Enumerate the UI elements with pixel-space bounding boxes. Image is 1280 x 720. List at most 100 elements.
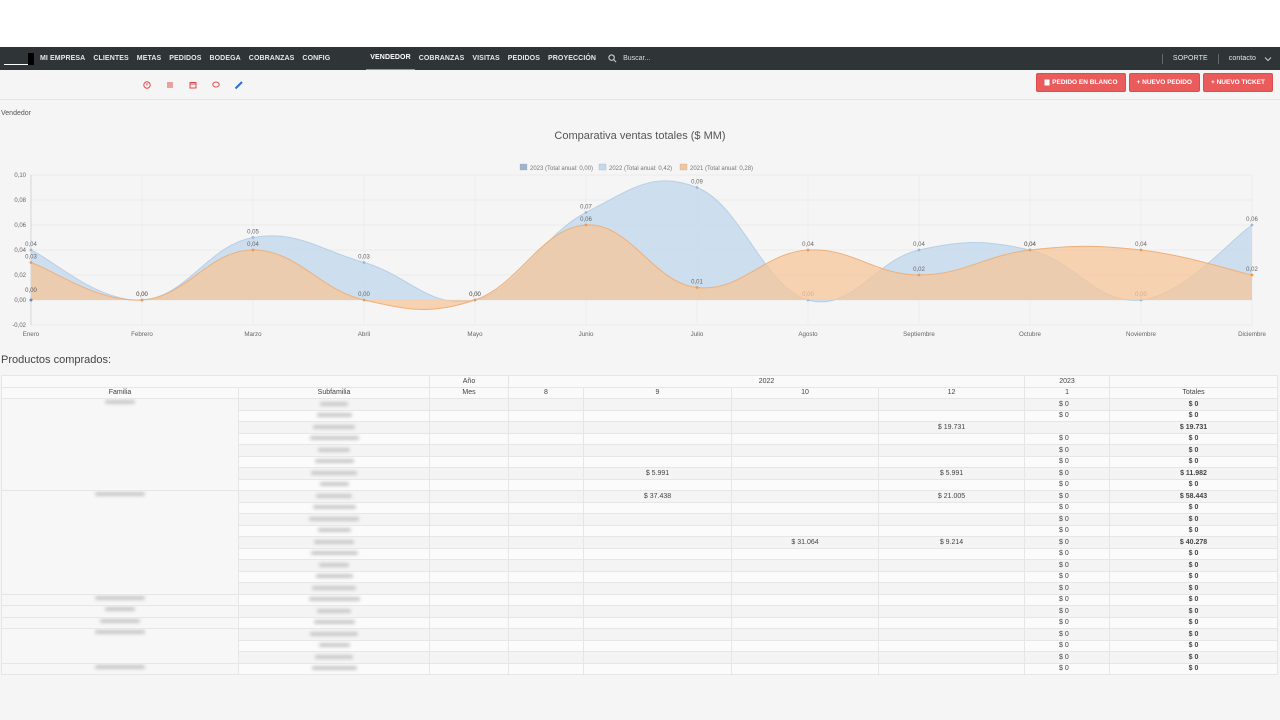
value-cell: $ 0 (1024, 478, 1111, 491)
value-cell (731, 651, 879, 664)
main-nav-item-3[interactable]: PEDIDOS (165, 47, 205, 70)
data-point (917, 248, 921, 252)
value-cell: $ 0 (1024, 524, 1111, 537)
subfamily-cell (238, 444, 430, 457)
subfamily-cell (238, 639, 430, 652)
x-tick-label: Abril (358, 331, 370, 338)
value-cell (1024, 421, 1111, 434)
company-logo[interactable] (0, 47, 36, 70)
data-point (251, 236, 255, 239)
data-label: 0,02 (913, 267, 925, 273)
header-year-label: Año (429, 375, 509, 388)
table-row: $ 0 $ 0 (1, 398, 1279, 491)
header-month: 12 (877, 386, 1026, 399)
vendor-nav-item-2[interactable]: VISITAS (468, 47, 503, 70)
subfamily-cell (238, 605, 430, 618)
value-cell: $ 5.991 (877, 467, 1026, 480)
value-cell: $ 0 (1024, 559, 1111, 572)
chat-icon[interactable] (209, 78, 222, 91)
vendor-nav-item-0[interactable]: VENDEDOR (366, 46, 415, 71)
value-cell: $ 31.064 (731, 536, 879, 549)
main-nav-item-2[interactable]: METAS (133, 47, 165, 70)
data-point (29, 298, 33, 302)
divider (1161, 53, 1163, 64)
table-row: $ 0 $ 0 (1, 593, 1279, 606)
data-label: 0,03 (25, 255, 37, 261)
calendar-icon[interactable] (186, 78, 199, 91)
value-cell (583, 593, 732, 606)
total-cell: $ 58.443 (1109, 490, 1279, 503)
vendor-nav-item-1[interactable]: COBRANZAS (415, 47, 469, 70)
vendor-nav-item-3[interactable]: PEDIDOS (504, 47, 544, 70)
main-nav-item-5[interactable]: COBRANZAS (245, 47, 299, 70)
x-tick-label: Enero (23, 331, 40, 338)
value-cell (508, 444, 584, 457)
col-totals: Totales (1109, 386, 1279, 399)
x-tick-label: Octubre (1019, 331, 1042, 338)
value-cell (583, 513, 732, 526)
total-cell: $ 0 (1109, 455, 1279, 468)
data-point (140, 298, 144, 302)
user-menu[interactable]: contacto (1225, 47, 1260, 70)
value-cell (731, 582, 879, 595)
vendor-nav: VENDEDOR COBRANZAS VISITAS PEDIDOS PROYECCIÓ… (366, 46, 600, 71)
total-cell: $ 0 (1109, 639, 1279, 652)
chevron-down-icon[interactable] (1264, 55, 1272, 63)
data-point (917, 273, 921, 277)
search-input[interactable] (623, 55, 744, 62)
main-nav-item-4[interactable]: BODEGA (205, 47, 244, 70)
main-nav-item-0[interactable]: MI EMPRESA (36, 47, 89, 70)
main-nav-item-1[interactable]: CLIENTES (89, 47, 132, 70)
value-cell (877, 628, 1026, 641)
new-ticket-button[interactable]: + NUEVO TICKET (1203, 73, 1273, 92)
pencil-icon[interactable] (232, 78, 245, 91)
new-order-button[interactable]: + NUEVO PEDIDO (1128, 73, 1200, 92)
value-cell (731, 639, 879, 652)
subfamily-cell (238, 524, 430, 537)
col-subfamily: Subfamilia (238, 386, 430, 399)
total-cell: $ 0 (1109, 616, 1279, 629)
header-month: 10 (731, 386, 879, 399)
empty-cell (429, 605, 509, 618)
total-cell: $ 0 (1109, 513, 1279, 526)
total-cell: $ 11.982 (1109, 467, 1279, 480)
subfamily-cell (238, 628, 430, 641)
y-tick-label: 0,02 (14, 273, 26, 279)
value-cell (877, 662, 1026, 675)
empty-cell (429, 455, 509, 468)
value-cell (731, 421, 879, 434)
value-cell (583, 570, 732, 583)
data-label: 0,04 (1135, 242, 1147, 248)
y-tick-label: 0,04 (14, 248, 26, 254)
top-navbar: MI EMPRESA CLIENTES METAS PEDIDOS BODEGA COBR… (0, 46, 1280, 71)
value-cell (583, 547, 732, 560)
value-cell (877, 616, 1026, 629)
value-cell (583, 524, 732, 537)
value-cell (508, 432, 584, 445)
data-point (695, 286, 699, 289)
total-cell: $ 0 (1109, 582, 1279, 595)
value-cell (508, 398, 584, 411)
blank-order-button[interactable]: PEDIDO EN BLANCO (1036, 73, 1126, 92)
header-year: 2022 (507, 375, 1026, 388)
vendor-nav-item-4[interactable]: PROYECCIÓN (544, 47, 600, 70)
value-cell: $ 0 (1024, 444, 1111, 457)
value-cell (731, 662, 879, 675)
main-nav-item-6[interactable]: CONFIG (298, 47, 334, 70)
value-cell: $ 5.991 (583, 467, 732, 480)
support-link[interactable]: SOPORTE (1169, 47, 1212, 70)
subfamily-cell (238, 421, 430, 434)
family-cell (1, 398, 239, 491)
value-cell: $ 0 (1024, 547, 1111, 560)
value-cell (731, 455, 879, 468)
value-cell (508, 582, 584, 595)
data-point (1028, 248, 1032, 252)
data-label: 0,00 (358, 292, 370, 298)
subfamily-cell (238, 536, 430, 549)
table-row: $ 0 $ 0 (1, 616, 1279, 629)
family-cell (1, 628, 239, 664)
data-label: 0,02 (1246, 267, 1258, 273)
list-icon[interactable] (163, 78, 176, 91)
subfamily-cell (238, 547, 430, 560)
alert-icon[interactable] (140, 78, 153, 91)
